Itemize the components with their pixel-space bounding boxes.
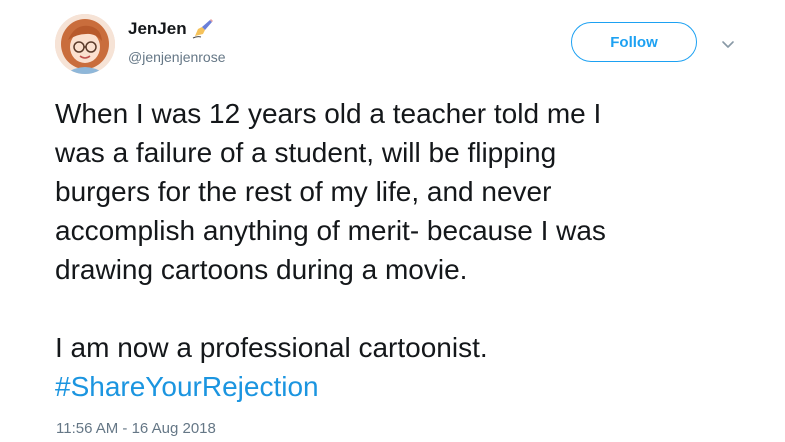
user-handle[interactable]: @jenjenjenrose <box>128 48 226 66</box>
tweet-line: was a failure of a student, will be flip… <box>55 137 557 168</box>
writing-hand-icon <box>191 18 213 40</box>
follow-button[interactable]: Follow <box>571 22 697 62</box>
display-name-row: JenJen <box>128 18 226 40</box>
tweet-line: When I was 12 years old a teacher told m… <box>55 98 602 129</box>
hashtag-link[interactable]: #ShareYourRejection <box>55 371 319 402</box>
display-name[interactable]: JenJen <box>128 19 187 39</box>
tweet-line: drawing cartoons during a movie. <box>55 254 468 285</box>
tweet-timestamp[interactable]: 11:56 AM - 16 Aug 2018 <box>56 420 216 438</box>
tweet-line: burgers for the rest of my life, and nev… <box>55 176 552 207</box>
avatar[interactable] <box>55 14 115 74</box>
user-info: JenJen @jenjenjenrose <box>128 18 226 66</box>
tweet-card: JenJen @jenjenjenrose Follow When I was … <box>0 0 785 442</box>
tweet-text: When I was 12 years old a teacher told m… <box>55 94 755 406</box>
tweet-line: I am now a professional cartoonist. <box>55 332 488 363</box>
tweet-line: accomplish anything of merit- because I … <box>55 215 606 246</box>
chevron-down-icon[interactable] <box>721 37 735 48</box>
